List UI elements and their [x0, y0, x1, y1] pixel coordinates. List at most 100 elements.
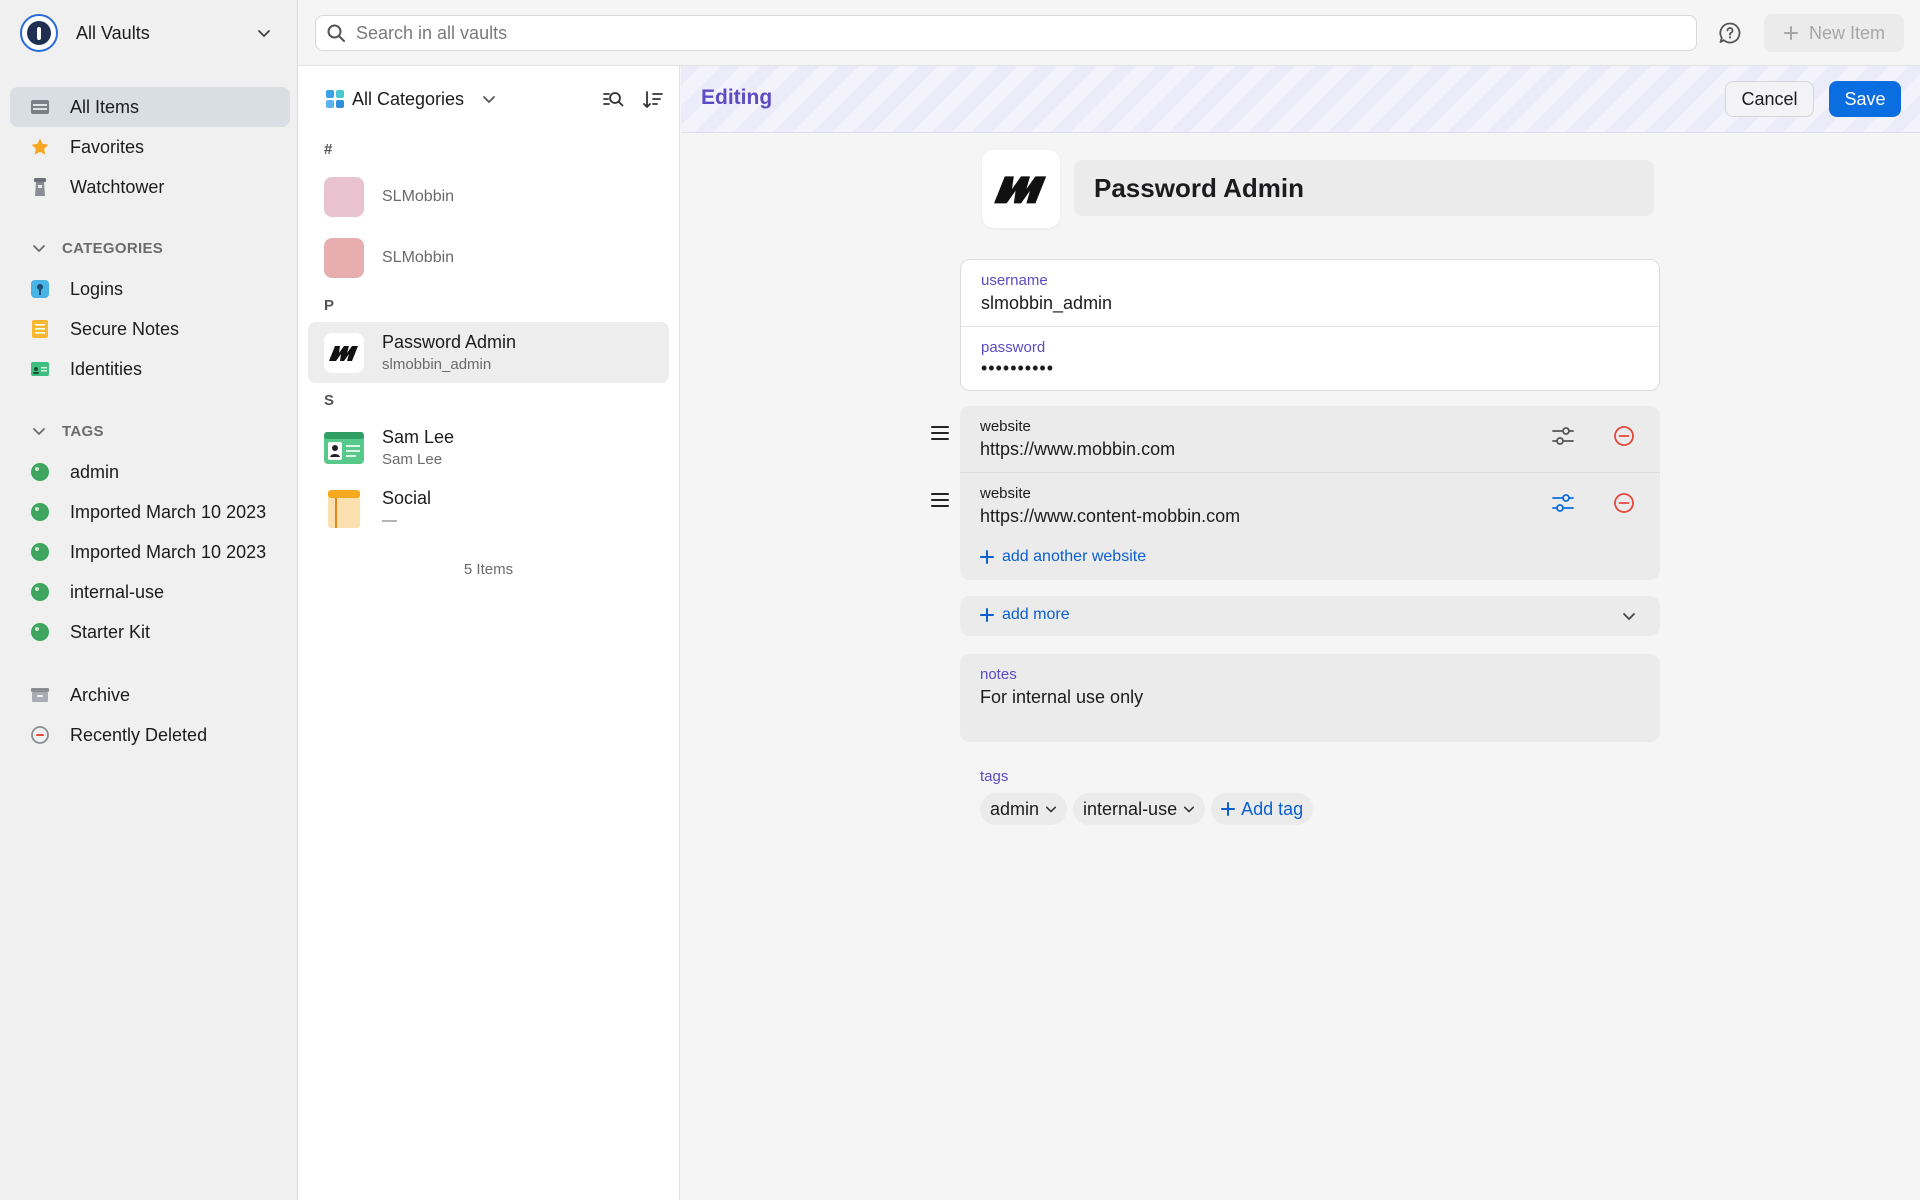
chevron-down-icon [483, 96, 495, 103]
search-input[interactable] [356, 22, 1656, 44]
sidebar-item-tag-imported-2[interactable]: Imported March 10 2023 [10, 532, 290, 572]
sidebar-item-secure-notes[interactable]: Secure Notes [10, 309, 290, 349]
item-title: Password Admin [382, 332, 517, 352]
add-more-card[interactable]: add more [960, 596, 1660, 636]
password-field[interactable]: password •••••••••• [961, 339, 1659, 379]
new-item-button[interactable]: New Item [1764, 14, 1904, 52]
item-subtitle: Sam Lee [382, 451, 443, 468]
sidebar-item-label: Secure Notes [70, 318, 180, 339]
sidebar-item-favorites[interactable]: Favorites [10, 127, 290, 167]
username-value: slmobbin_admin [981, 293, 1113, 313]
tag-pill-admin[interactable]: admin [980, 793, 1068, 825]
chevron-down-icon [33, 428, 45, 435]
add-tag-button[interactable]: Add tag [1211, 793, 1314, 825]
item-title: Sam Lee [382, 427, 455, 447]
tag-pill-label: admin [990, 798, 1040, 819]
bottom-nav: Archive Recently Deleted [10, 675, 290, 755]
credentials-card: username slmobbin_admin password •••••••… [960, 259, 1660, 391]
sidebar: All Vaults All Items Favorites Watchtowe… [0, 0, 298, 1200]
tag-icon [31, 503, 49, 521]
tags-label: tags [980, 768, 1009, 785]
add-more-label: add more [1002, 606, 1070, 623]
vault-switcher[interactable]: All Vaults [20, 14, 280, 52]
tag-pill-internal-use[interactable]: internal-use [1073, 793, 1206, 825]
star-icon [30, 137, 50, 157]
plus-icon [1783, 26, 1798, 40]
username-label: username [981, 272, 1048, 289]
remove-website-button[interactable] [1611, 423, 1637, 449]
list-item[interactable]: Sam Lee Sam Lee [308, 417, 669, 478]
mobbin-logo-icon [324, 332, 364, 373]
add-another-website-button[interactable]: add another website [980, 548, 1146, 566]
search-box[interactable] [315, 15, 1697, 51]
notes-content: notes For internal use only [960, 666, 1660, 708]
list-item[interactable]: SLMobbin [308, 166, 669, 227]
notes-field[interactable]: notes For internal use only [960, 654, 1660, 742]
secure-note-icon [30, 319, 50, 339]
group-letter: S [324, 391, 335, 409]
sidebar-item-watchtower[interactable]: Watchtower [10, 167, 290, 207]
sidebar-item-label: Identities [70, 358, 143, 379]
item-title: Social [382, 488, 432, 508]
login-key-icon [30, 279, 50, 299]
sidebar-item-label: Imported March 10 2023 [70, 501, 267, 522]
sort-button[interactable] [641, 88, 665, 112]
sidebar-item-label: internal-use [70, 581, 165, 602]
editing-title: Editing [701, 86, 773, 109]
add-another-website-label: add another website [1002, 548, 1147, 565]
drag-handle[interactable] [929, 489, 951, 511]
sidebar-item-all-items[interactable]: All Items [10, 87, 290, 127]
sort-icon [643, 91, 663, 108]
item-count: 5 Items [463, 561, 514, 578]
item-title-input[interactable] [1074, 160, 1654, 216]
website-settings-button[interactable] [1550, 490, 1576, 516]
help-button[interactable] [1716, 19, 1744, 47]
list-item-selected[interactable]: Password Admin slmobbin_admin [308, 322, 669, 383]
remove-website-button[interactable] [1611, 490, 1637, 516]
website-settings-button[interactable] [1550, 423, 1576, 449]
list-item[interactable]: SLMobbin [308, 227, 669, 288]
1password-logo-icon [20, 14, 58, 52]
chevron-down-icon [33, 245, 45, 252]
add-more-button[interactable]: add more [980, 606, 1070, 624]
sidebar-item-recently-deleted[interactable]: Recently Deleted [10, 715, 290, 755]
minus-circle-icon [1614, 426, 1634, 446]
list-header: All Categories [298, 66, 679, 132]
identity-card-icon [30, 359, 50, 379]
sidebar-item-logins[interactable]: Logins [10, 269, 290, 309]
sidebar-item-archive[interactable]: Archive [10, 675, 290, 715]
sidebar-item-tag-imported-1[interactable]: Imported March 10 2023 [10, 492, 290, 532]
vault-name: All Vaults [76, 22, 150, 43]
item-title: SLMobbin [382, 248, 455, 266]
notes-value: For internal use only [980, 687, 1144, 707]
sidebar-item-tag-starter-kit[interactable]: Starter Kit [10, 612, 290, 652]
identity-card-icon [324, 428, 364, 468]
sidebar-item-tag-admin[interactable]: admin [10, 452, 290, 492]
tag-icon [31, 463, 49, 481]
list-item[interactable]: Social — [308, 478, 669, 539]
group-letter: # [324, 140, 333, 158]
sidebar-item-label: Favorites [70, 136, 145, 157]
password-value: •••••••••• [981, 358, 1055, 378]
item-icon-button[interactable] [982, 150, 1060, 228]
filter-search-button[interactable] [601, 88, 625, 112]
top-bar: New Item [298, 0, 1920, 66]
categories-section-toggle[interactable]: CATEGORIES [10, 228, 290, 268]
editing-bar: Editing Cancel Save [681, 66, 1920, 133]
username-field[interactable]: username slmobbin_admin [961, 272, 1659, 314]
drag-handle[interactable] [929, 422, 951, 444]
sidebar-item-label: Logins [70, 278, 124, 299]
item-placeholder-icon [324, 237, 364, 278]
tags-section-toggle[interactable]: TAGS [10, 411, 290, 451]
tags-section: tags admin internal-use Add tag [980, 768, 1314, 825]
category-filter-dropdown[interactable]: All Categories [326, 89, 496, 110]
chevron-down-icon [258, 30, 270, 37]
sidebar-item-identities[interactable]: Identities [10, 349, 290, 389]
help-icon [1719, 22, 1741, 44]
item-subtitle: slmobbin_admin [382, 356, 492, 373]
cancel-button[interactable]: Cancel [1725, 81, 1814, 117]
field-divider [960, 472, 1660, 473]
save-button[interactable]: Save [1829, 81, 1901, 117]
item-subtitle: — [382, 512, 397, 529]
sidebar-item-tag-internal-use[interactable]: internal-use [10, 572, 290, 612]
